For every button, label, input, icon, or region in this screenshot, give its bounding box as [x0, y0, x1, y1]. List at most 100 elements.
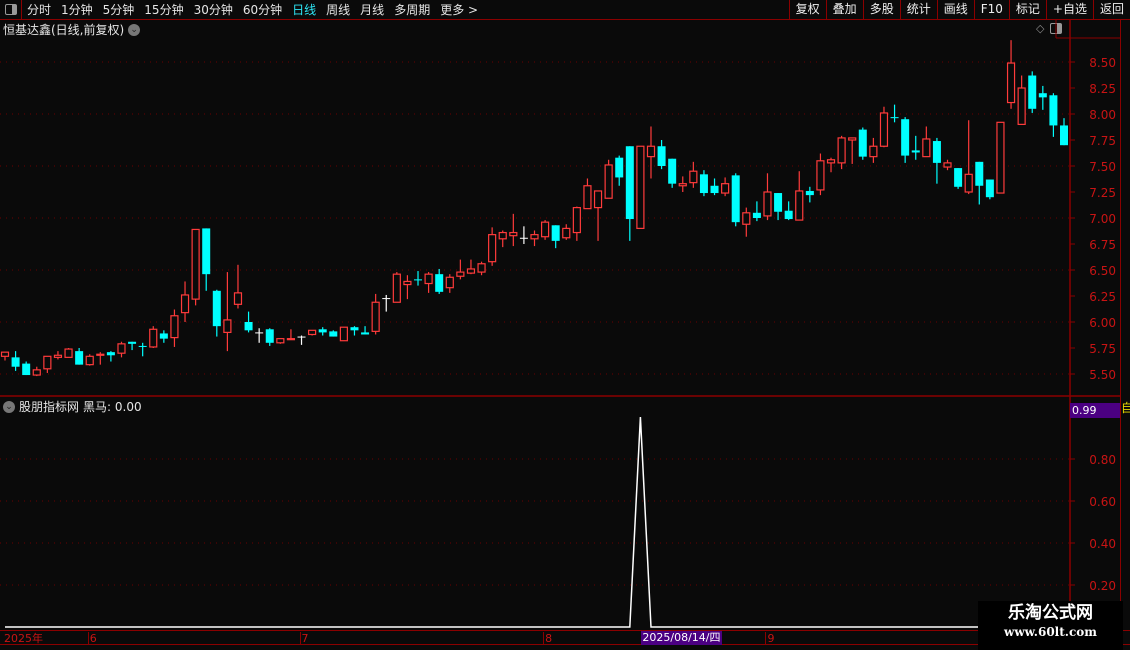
month-label: 8 [543, 632, 553, 645]
candle-body [540, 221, 550, 238]
candle-body [826, 159, 836, 164]
watermark-logo: 乐淘公式网 www.60lt.com [978, 601, 1123, 650]
candle-body [424, 273, 433, 285]
candle-body [297, 336, 306, 338]
candle-body [795, 190, 804, 221]
candle-body [562, 227, 571, 239]
watermark-url: www.60lt.com [1004, 625, 1097, 639]
month-label: 9 [765, 632, 775, 645]
indicator-title-row: ⌄ 股朋指标网 黑马: 0.00 [3, 398, 142, 415]
candle-body [774, 193, 783, 212]
price-tick-label: 8.00 [1089, 108, 1116, 122]
candle-body [901, 119, 910, 156]
cursor-date-label: 2025/08/14/四 [641, 631, 722, 645]
candle-body [329, 331, 338, 337]
candle-body [85, 355, 94, 366]
candle-body [488, 234, 497, 263]
candle-body [308, 329, 317, 336]
side-label: 自 [1121, 401, 1130, 415]
watermark-name: 乐淘公式网 [1008, 603, 1093, 623]
candle-body [244, 322, 253, 331]
indicator-tick-label: 0.40 [1089, 537, 1116, 551]
candle-body [975, 161, 984, 186]
candle-body [869, 145, 878, 158]
price-tick-label: 6.50 [1089, 264, 1116, 278]
candle-body [202, 228, 211, 275]
indicator-name: 股朋指标网 [19, 400, 80, 414]
candle-body [339, 326, 348, 342]
candle-body [414, 279, 423, 281]
price-tick-label: 6.25 [1089, 290, 1116, 304]
indicator-tick-label: 0.60 [1089, 495, 1116, 509]
candle-body [435, 274, 444, 292]
candlestick-chart: 8.50 8.25 8.00 7.75 7.50 7.25 7.00 6.75 6.50 6.25… [0, 20, 1120, 630]
price-tick-label: 7.25 [1089, 186, 1116, 200]
candle-body [943, 162, 952, 168]
candle-body [646, 145, 656, 158]
candle-body [731, 175, 740, 223]
candle-body [964, 173, 973, 193]
price-tick-label: 6.00 [1089, 316, 1116, 330]
candle-body [890, 117, 899, 119]
candle-body [604, 164, 613, 199]
price-tick-label: 7.75 [1089, 134, 1116, 148]
candle-body [53, 354, 63, 358]
candle-body [64, 348, 73, 358]
candle-body [551, 225, 560, 241]
candle-body [191, 228, 200, 300]
candle-body [223, 319, 232, 334]
candle-body [742, 212, 751, 225]
candle-body [371, 301, 380, 332]
candle-body [11, 357, 20, 367]
candle-body [752, 212, 761, 218]
candle-body [689, 170, 698, 184]
candle-body [96, 353, 105, 356]
year-label: 2025年 [4, 632, 43, 645]
candle-body [466, 268, 476, 274]
candle-body [255, 332, 264, 334]
candle-body [519, 237, 528, 239]
indicator-tick-label: 0.20 [1089, 579, 1116, 593]
candle-body [858, 129, 867, 157]
candle-body [615, 157, 624, 178]
price-tick-label: 7.50 [1089, 160, 1116, 174]
candle-body [572, 207, 581, 234]
price-tick-label: 7.00 [1089, 212, 1116, 226]
candle-body [117, 343, 126, 354]
candle-body [636, 145, 645, 230]
candle-body [911, 150, 920, 153]
candle-body [879, 112, 889, 147]
candle-body [180, 294, 190, 314]
candle-body [657, 146, 666, 166]
candle-body [128, 341, 137, 344]
candle-body [498, 231, 507, 240]
price-tick-label: 8.50 [1089, 56, 1116, 70]
right-side-panel[interactable] [1120, 20, 1130, 630]
candle-body [286, 338, 296, 341]
candle-body [382, 298, 391, 300]
indicator-current-value: 0.99 [1070, 403, 1120, 418]
candle-body [32, 369, 41, 376]
candle-body [149, 328, 158, 348]
price-tick-label: 8.25 [1089, 82, 1116, 96]
candle-body [922, 138, 931, 158]
candle-body [318, 329, 327, 333]
candle-body [816, 160, 825, 191]
candle-body [678, 183, 687, 187]
candle-body [837, 137, 846, 164]
candle-body [170, 315, 179, 339]
candle-body [985, 179, 994, 198]
candle-body [1028, 75, 1037, 109]
candle-body [848, 137, 857, 141]
chevron-down-icon[interactable]: ⌄ [3, 400, 15, 413]
candle-body [932, 141, 941, 163]
candle-body [954, 168, 963, 187]
indicator-line [5, 416, 1064, 628]
indicator-series-value: 黑马: 0.00 [83, 400, 142, 414]
candle-body [1038, 93, 1047, 98]
candle-body [710, 185, 719, 194]
candle-body [763, 191, 772, 217]
candle-body [668, 158, 677, 184]
candle-body [509, 231, 518, 237]
candle-body [361, 332, 370, 335]
